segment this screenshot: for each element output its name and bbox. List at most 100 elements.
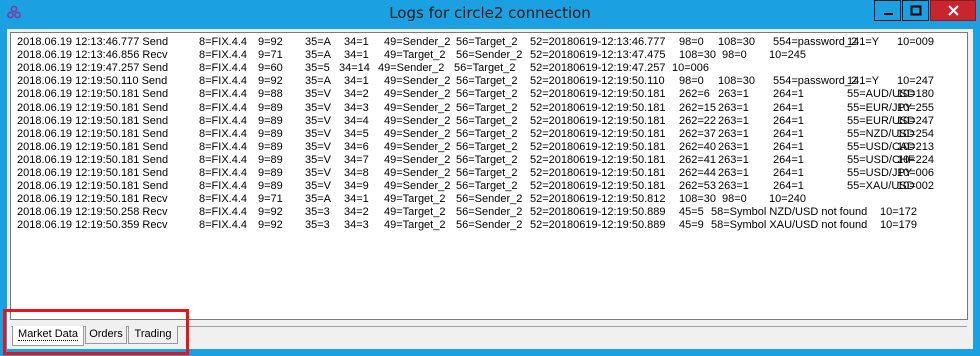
log-field: 141=Y [847,75,880,88]
log-field: 8=FIX.4.4 [199,153,248,166]
log-field: 2018.06.19 12:19:50.181 Send [17,101,169,114]
log-field: 49=Sender_2 [384,127,451,140]
log-field: 49=Target_2 [384,206,446,219]
log-field: 52=20180619-12:19:50.181 [530,101,666,114]
tab-market-data[interactable]: Market Data [12,326,84,346]
log-field: 10=009 [897,36,935,48]
log-field: 2018.06.19 12:13:46.856 Recv [17,49,168,62]
log-field: 35=V [305,127,331,140]
log-field: 52=20180619-12:19:47.257 [530,62,666,75]
close-button[interactable] [930,0,976,21]
log-field: 8=FIX.4.4 [199,140,248,153]
log-field: 262=40 [679,140,717,153]
log-field: 8=FIX.4.4 [199,180,248,193]
log-field: 56=Sender_2 [456,206,523,219]
log-field: 56=Sender_2 [456,219,523,232]
log-field: 9=89 [258,127,283,140]
log-field: 264=1 [773,114,804,127]
log-field: 8=FIX.4.4 [199,62,248,75]
log-field: 10=213 [897,140,935,153]
log-field: 56=Target_2 [456,167,518,179]
log-field: 8=FIX.4.4 [199,114,248,127]
maximize-icon [910,5,922,16]
log-field: 56=Target_2 [456,153,518,166]
log-field: 35=V [305,88,331,101]
log-field: 8=FIX.4.4 [199,219,248,232]
log-field: 34=14 [339,62,370,75]
log-field: 34=1 [344,36,369,48]
log-field: 8=FIX.4.4 [199,49,248,62]
log-field: 263=1 [718,127,749,140]
log-field: 35=V [305,114,331,127]
maximize-button[interactable] [902,0,929,21]
log-field: 2018.06.19 12:19:50.181 Send [17,140,169,153]
log-field: 9=89 [258,114,283,127]
log-field: 52=20180619-12:19:50.889 [530,219,666,232]
log-field: 52=20180619-12:19:50.812 [530,193,666,206]
log-field: 98=0 [679,75,704,88]
log-field: 263=1 [718,140,749,153]
tab-orders[interactable]: Orders [85,326,127,344]
log-field: 35=A [305,36,331,48]
log-field: 49=Sender_2 [384,36,451,48]
log-field: 8=FIX.4.4 [199,101,248,114]
log-field: 34=1 [344,193,369,206]
log-field: 34=1 [344,49,369,62]
log-field: 263=1 [718,114,749,127]
log-field: 49=Target_2 [384,219,446,232]
log-field: 2018.06.19 12:19:50.359 Recv [17,219,168,232]
log-field: 35=V [305,180,331,193]
log-field: 10=006 [672,62,710,75]
log-field: 264=1 [773,127,804,140]
log-field: 34=1 [344,75,369,88]
log-field: 10=006 [897,167,935,179]
window-title: Logs for circle2 connection [389,4,591,22]
tab-strip: Market Data Orders Trading [11,326,967,347]
log-textarea[interactable]: 2018.06.19 12:13:46.777 Send 8=FIX.4.4 9=9… [10,32,968,320]
log-field: 10=180 [897,88,935,101]
tab-trading[interactable]: Trading [128,326,178,344]
log-field: 49=Sender_2 [384,114,451,127]
log-field: 8=FIX.4.4 [199,88,248,101]
log-field: 52=20180619-12:13:47.475 [530,49,666,62]
log-field: 35=V [305,101,331,114]
log-field: 2018.06.19 12:13:46.777 Send [17,36,169,48]
log-field: 141=Y [847,36,880,48]
window-client-area: 2018.06.19 12:13:46.777 Send 8=FIX.4.4 9=9… [7,29,973,349]
log-field: 34=7 [344,153,369,166]
log-field: 34=2 [344,88,369,101]
log-field: 35=V [305,153,331,166]
minimize-button[interactable] [874,0,901,21]
log-field: 264=1 [773,153,804,166]
log-field: 52=20180619-12:19:50.181 [530,167,666,179]
log-field: 45=5 [679,206,704,219]
log-field: 262=15 [679,101,717,114]
log-field: 34=3 [344,101,369,114]
log-field: 52=20180619-12:19:50.181 [530,88,666,101]
log-field: 2018.06.19 12:19:50.258 Recv [17,206,168,219]
log-field: 49=Sender_2 [384,140,451,153]
tab-label: Market Data [18,328,78,341]
log-field: 263=1 [718,167,749,179]
log-field: 49=Target_2 [384,49,446,62]
log-field: 108=30 [679,49,717,62]
log-field: 10=247 [897,114,935,127]
log-field: 56=Target_2 [456,180,518,193]
log-field: 262=37 [679,127,717,140]
log-field: 52=20180619-12:19:50.110 [530,75,665,88]
log-field: 9=71 [258,193,283,206]
log-field: 58=Symbol XAU/USD not found [711,219,868,232]
log-field: 56=Sender_2 [456,49,523,62]
log-field: 52=20180619-12:19:50.181 [530,180,666,193]
log-field: 10=247 [897,75,935,88]
log-field: 9=92 [258,206,283,219]
log-field: 2018.06.19 12:19:50.181 Send [17,114,169,127]
log-field: 35=3 [305,219,330,232]
log-field: 8=FIX.4.4 [199,193,248,206]
log-field: 263=1 [718,101,749,114]
log-field: 554=password_2 [773,75,858,88]
log-field: 9=60 [258,62,283,75]
log-field: 9=88 [258,88,283,101]
log-field: 10=240 [769,193,807,206]
log-field: 8=FIX.4.4 [199,206,248,219]
